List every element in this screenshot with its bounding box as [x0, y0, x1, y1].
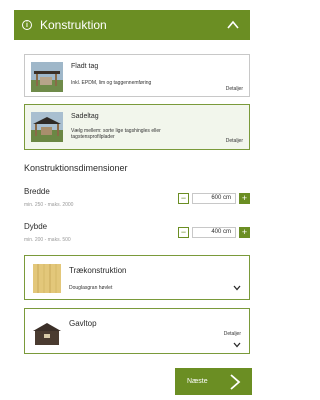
depth-label: Dybde — [24, 222, 48, 231]
depth-hint: min. 200 - maks. 500 — [24, 237, 71, 243]
details-link[interactable]: Detaljer — [226, 86, 243, 92]
flat-roof-image — [31, 62, 63, 92]
roof-option-subtitle: Vælg mellem: sorte lige tagshingles elle… — [71, 128, 161, 140]
dimensions-title: Konstruktionsdimensioner — [24, 163, 128, 173]
gable-roof-image — [31, 112, 63, 142]
roof-option-title: Fladt tag — [71, 63, 99, 70]
wood-construction-title: Trækonstruktion — [69, 266, 127, 275]
section-header-construction[interactable]: i Konstruktion — [14, 10, 250, 40]
wood-construction-value: Douglasgran høvlet — [69, 285, 113, 291]
next-button[interactable]: Næste — [175, 368, 252, 395]
roof-option-title: Sadeltag — [71, 113, 99, 120]
width-hint: min. 250 - maks. 2000 — [24, 202, 74, 208]
wood-texture-image — [33, 264, 61, 293]
depth-decrease-button[interactable]: − — [178, 227, 189, 238]
gable-top-title: Gavltop — [69, 319, 97, 328]
section-title: Konstruktion — [40, 18, 107, 32]
width-input[interactable]: 600 cm — [192, 193, 236, 204]
chevron-down-icon[interactable] — [233, 285, 241, 291]
roof-option-flat[interactable]: Fladt tag Inkl. EPDM, lim og taggennemfø… — [24, 54, 250, 97]
width-decrease-button[interactable]: − — [178, 193, 189, 204]
width-increase-button[interactable]: + — [239, 193, 250, 204]
roof-option-subtitle: Inkl. EPDM, lim og taggennemføring — [71, 80, 152, 86]
gable-top-select[interactable]: Gavltop Detaljer — [24, 308, 250, 354]
wood-construction-select[interactable]: Trækonstruktion Douglasgran høvlet — [24, 255, 250, 300]
chevron-up-icon[interactable] — [226, 18, 240, 32]
depth-increase-button[interactable]: + — [239, 227, 250, 238]
depth-input[interactable]: 400 cm — [192, 227, 236, 238]
details-link[interactable]: Detaljer — [226, 138, 243, 144]
roof-option-gable[interactable]: Sadeltag Vælg mellem: sorte lige tagshin… — [24, 104, 250, 150]
chevron-down-icon[interactable] — [233, 342, 241, 348]
info-icon: i — [22, 20, 32, 30]
next-button-label: Næste — [187, 378, 208, 385]
gable-top-image — [33, 323, 61, 345]
details-link[interactable]: Detaljer — [224, 331, 241, 337]
width-label: Bredde — [24, 187, 50, 196]
chevron-right-icon — [230, 374, 241, 390]
